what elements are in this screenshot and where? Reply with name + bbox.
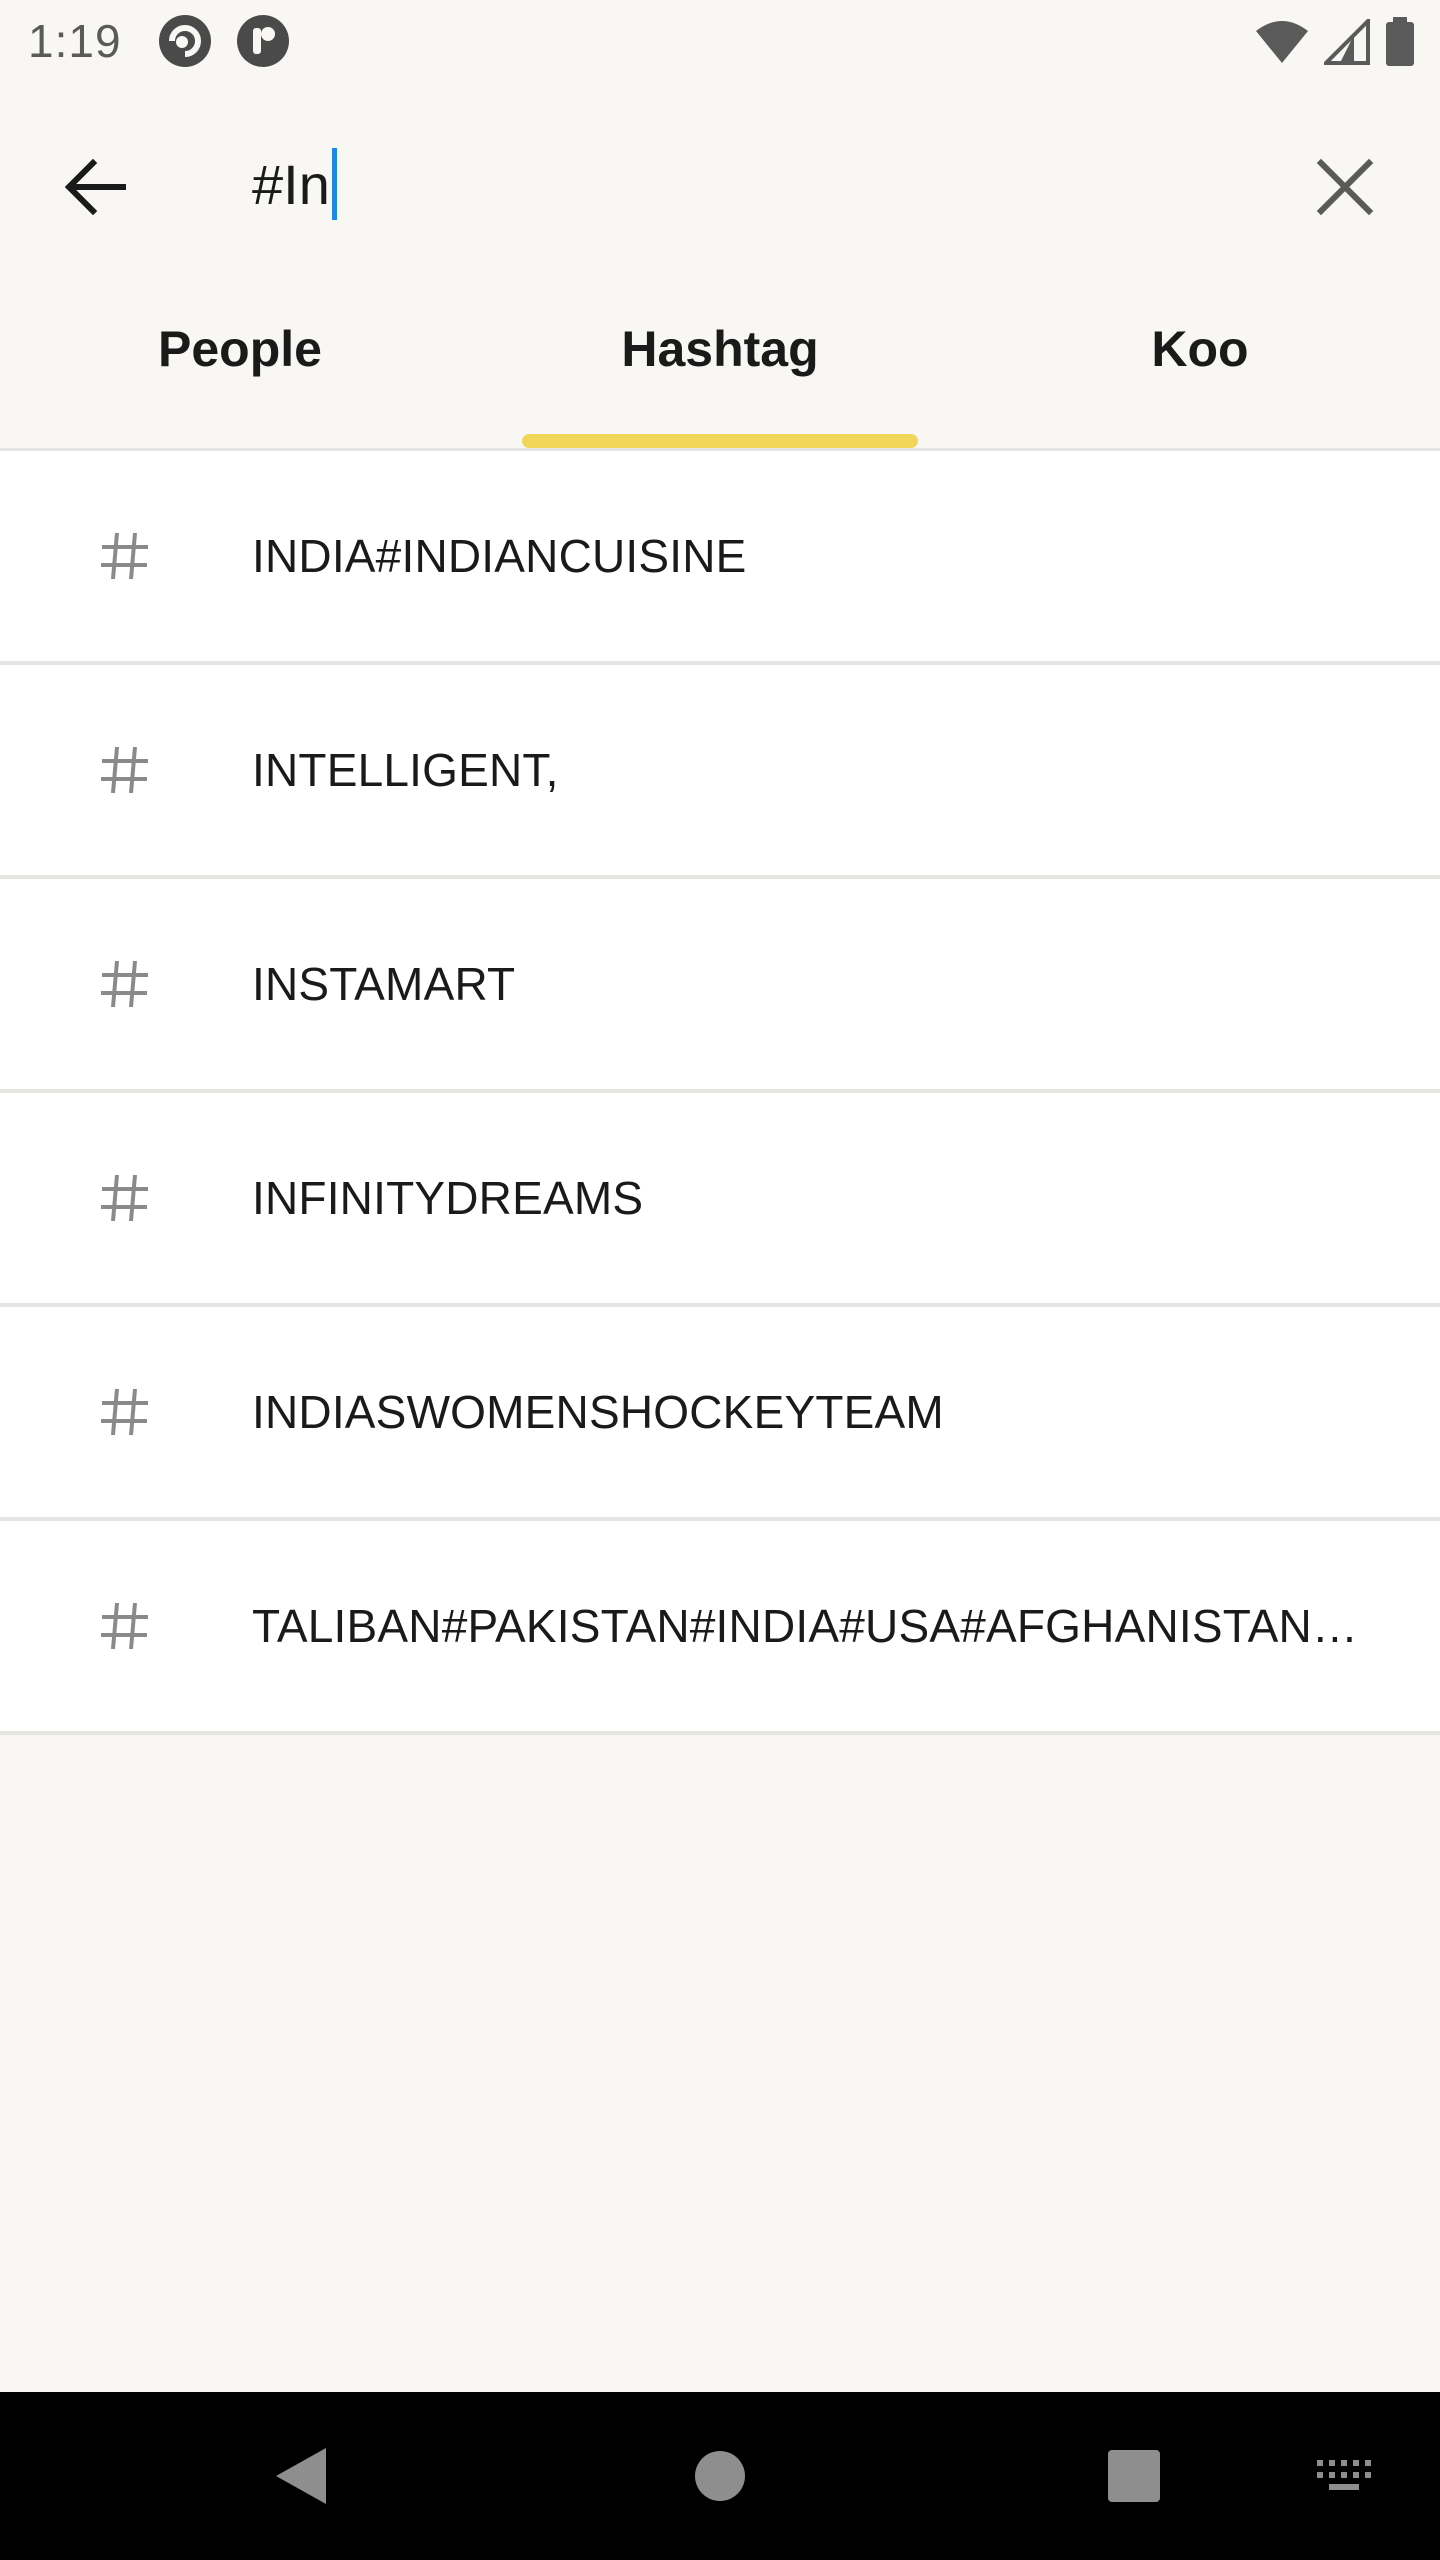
app-notification-icon (159, 15, 211, 67)
hashtag-label: INFINITYDREAMS (252, 1172, 644, 1224)
nav-recents-button[interactable] (1084, 2392, 1184, 2560)
tab-label: Koo (1151, 321, 1249, 377)
nav-back-button[interactable] (250, 2392, 350, 2560)
status-time: 1:19 (28, 15, 122, 67)
hash-icon (101, 1388, 148, 1436)
hash-icon (101, 746, 148, 794)
hash-icon (101, 960, 148, 1008)
app-notification-icon (237, 15, 289, 67)
battery-icon (1386, 17, 1414, 66)
keyboard-icon (1317, 2460, 1371, 2490)
text-caret (331, 148, 337, 220)
cellular-signal-icon (1324, 19, 1370, 65)
system-nav-bar (0, 2392, 1440, 2560)
hashtag-label: TALIBAN#PAKISTAN#INDIA#USA#AFGHANISTAN#C… (252, 1600, 1378, 1652)
hash-icon (101, 1602, 148, 1650)
hash-icon (101, 1174, 148, 1222)
list-item[interactable]: INDIA#INDIANCUISINE (0, 451, 1440, 665)
tab-hashtag[interactable]: Hashtag (480, 280, 960, 448)
hash-icon (101, 532, 148, 580)
list-item[interactable]: INSTAMART (0, 879, 1440, 1093)
arrow-left-icon (64, 159, 126, 215)
wifi-icon (1256, 21, 1308, 63)
status-icons (1254, 14, 1416, 70)
tab-koo[interactable]: Koo (960, 280, 1440, 448)
list-item[interactable]: TALIBAN#PAKISTAN#INDIA#USA#AFGHANISTAN#C… (0, 1521, 1440, 1735)
list-item[interactable]: INFINITYDREAMS (0, 1093, 1440, 1307)
square-recents-icon (1108, 2450, 1160, 2502)
tab-people[interactable]: People (0, 280, 480, 448)
hashtag-label: INDIA#INDIANCUISINE (252, 530, 747, 582)
keyboard-toggle-button[interactable] (1300, 2392, 1390, 2560)
tab-label: Hashtag (621, 321, 819, 377)
search-query-text: #In (252, 152, 330, 216)
hashtag-results-list: INDIA#INDIANCUISINE INTELLIGENT, INSTAMA… (0, 451, 1440, 1735)
triangle-back-icon (276, 2448, 326, 2504)
circle-home-icon (695, 2451, 745, 2501)
search-header: #In (0, 84, 1440, 280)
status-bar: 1:19 (0, 0, 1440, 84)
tab-label: People (158, 321, 322, 377)
hashtag-label: INDIASWOMENSHOCKEYTEAM (252, 1386, 944, 1438)
list-item[interactable]: INTELLIGENT, (0, 665, 1440, 879)
back-button[interactable] (50, 142, 140, 232)
clear-search-button[interactable] (1300, 142, 1390, 232)
hashtag-label: INSTAMART (252, 958, 516, 1010)
search-input[interactable]: #In (252, 144, 337, 224)
close-icon (1316, 158, 1374, 216)
list-item[interactable]: INDIASWOMENSHOCKEYTEAM (0, 1307, 1440, 1521)
nav-home-button[interactable] (670, 2392, 770, 2560)
hashtag-label: INTELLIGENT, (252, 744, 559, 796)
search-tabs: People Hashtag Koo (0, 280, 1440, 448)
active-tab-indicator (522, 434, 918, 448)
